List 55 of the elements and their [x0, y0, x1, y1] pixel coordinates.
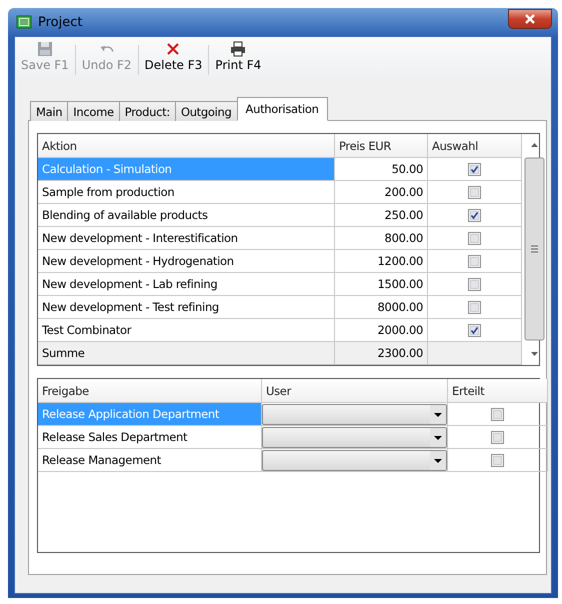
table-cell: 250.00 — [335, 204, 428, 227]
table-cell: Summe — [38, 342, 335, 365]
checkbox[interactable] — [491, 430, 504, 444]
undo-icon — [100, 45, 114, 53]
checkbox[interactable] — [468, 208, 481, 222]
caret-icon — [430, 450, 446, 470]
table-cell: 1200.00 — [335, 250, 428, 273]
tab[interactable]: Authorisation — [236, 97, 328, 121]
table-cell[interactable]: Blending of available products — [38, 204, 335, 227]
column-header[interactable]: Erteilt — [448, 379, 548, 403]
toolbar-button[interactable]: Delete F3 — [140, 41, 208, 81]
table-cell[interactable]: New development - Test refining — [38, 296, 335, 319]
checkbox[interactable] — [491, 454, 504, 466]
caret-icon — [430, 404, 446, 424]
table-cell: 50.00 — [335, 158, 428, 181]
user-dropdown[interactable] — [262, 426, 447, 448]
column-header[interactable]: User — [262, 379, 448, 403]
checkbox[interactable] — [468, 186, 481, 198]
table-cell[interactable]: Sample from production — [38, 181, 335, 204]
toolbar-button[interactable]: Print F4 — [210, 41, 266, 81]
checkbox[interactable] — [468, 324, 481, 336]
close-button[interactable] — [508, 9, 552, 29]
checkbox[interactable] — [468, 278, 481, 290]
checkbox[interactable] — [468, 300, 481, 314]
app-icon — [16, 14, 32, 30]
checkbox[interactable] — [468, 232, 481, 244]
tab[interactable]: Product: — [118, 101, 176, 121]
table-cell: 1500.00 — [335, 273, 428, 296]
table-cell: 8000.00 — [335, 296, 428, 319]
printer-icon — [230, 41, 246, 57]
user-dropdown[interactable] — [262, 404, 447, 424]
checkbox[interactable] — [468, 254, 481, 268]
table-cell: 2300.00 — [335, 342, 428, 365]
delete-icon — [165, 41, 182, 57]
column-header[interactable]: Aktion — [38, 134, 335, 158]
window-title: Project — [38, 14, 82, 30]
tab[interactable]: Income — [67, 101, 120, 121]
table-cell[interactable]: New development - Hydrogenation — [38, 250, 335, 273]
close-icon — [524, 14, 536, 24]
tab[interactable]: Outgoing — [174, 101, 238, 121]
table-cell[interactable]: Release Sales Department — [38, 426, 262, 449]
table-cell[interactable]: Release Management — [38, 449, 262, 472]
table-cell[interactable]: New development - Interestification — [38, 227, 335, 250]
column-header[interactable]: Preis EUR — [335, 134, 428, 158]
table-cell[interactable]: New development - Lab refining — [38, 273, 335, 296]
caret-icon — [430, 428, 446, 446]
column-header[interactable]: Freigabe — [38, 379, 262, 403]
table-cell: 800.00 — [335, 227, 428, 250]
table-cell: 200.00 — [335, 181, 428, 204]
checkbox[interactable] — [491, 408, 504, 420]
checkbox[interactable] — [468, 162, 481, 176]
tab[interactable]: Main — [30, 101, 68, 121]
column-header[interactable]: Auswahl — [428, 134, 522, 158]
save-icon — [36, 41, 53, 57]
user-dropdown[interactable] — [262, 450, 447, 470]
